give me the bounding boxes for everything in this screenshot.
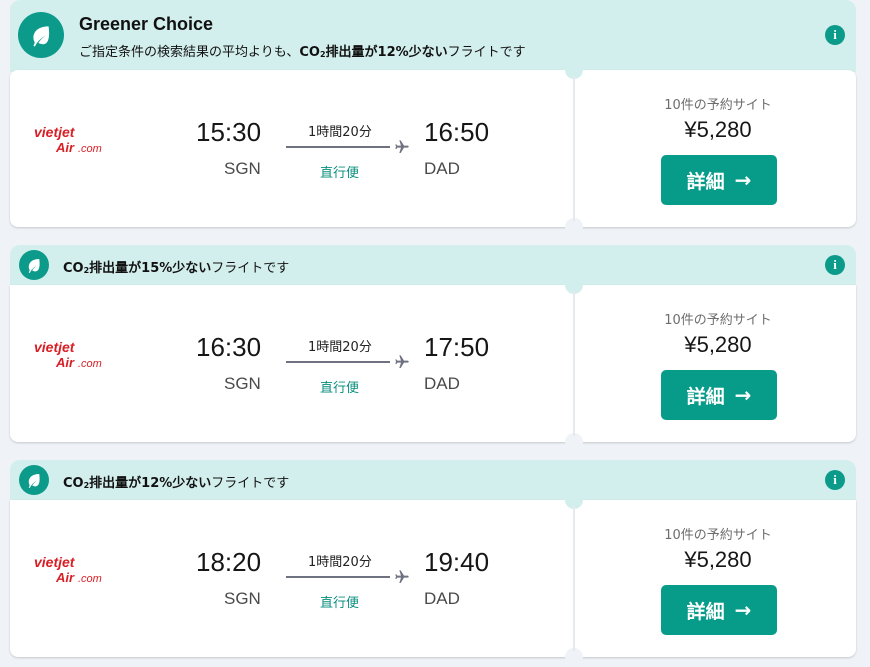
- details-button[interactable]: 詳細 →: [661, 585, 777, 635]
- arrow-right-icon: →: [734, 598, 752, 622]
- stops-label: 直行便: [320, 166, 360, 181]
- banner-text: ご指定条件の検索結果の平均よりも、CO2排出量が12%少ないフライトです: [79, 45, 526, 60]
- flight-result-card[interactable]: CO2排出量が12%少ないフライトです i vietjet Air .com 1…: [10, 460, 856, 666]
- details-button-label: 詳細: [686, 600, 725, 623]
- flight-duration: 1時間20分: [308, 125, 372, 140]
- leaf-icon: [19, 250, 49, 280]
- route-line: [286, 576, 390, 578]
- price: ¥5,280: [684, 332, 752, 357]
- flight-duration: 1時間20分: [308, 555, 372, 570]
- banner-text: CO2排出量が15%少ないフライトです: [63, 261, 290, 276]
- route-line: [286, 361, 390, 363]
- leaf-icon: [19, 465, 49, 495]
- details-button[interactable]: 詳細 →: [661, 155, 777, 205]
- arrival-airport: DAD: [424, 589, 460, 608]
- co2-banner: CO2排出量が15%少ないフライトです i: [10, 245, 856, 285]
- co2-banner: CO2排出量が12%少ないフライトです i: [10, 460, 856, 500]
- booking-sites-count: 10件の予約サイト: [664, 313, 772, 328]
- airline-logo: vietjet Air .com: [34, 554, 102, 585]
- stops-label: 直行便: [320, 596, 360, 611]
- details-button-label: 詳細: [686, 385, 725, 408]
- flight-result-card[interactable]: CO2排出量が15%少ないフライトです i vietjet Air .com 1…: [10, 245, 856, 451]
- price: ¥5,280: [684, 117, 752, 142]
- flight-ticket[interactable]: vietjet Air .com 18:20 SGN 1時間20分 直行便 19…: [10, 491, 856, 666]
- details-button-label: 詳細: [686, 170, 725, 193]
- greener-choice-banner: Greener Choice ご指定条件の検索結果の平均よりも、CO2排出量が1…: [10, 0, 856, 72]
- arrival-time: 16:50: [424, 117, 490, 147]
- price: ¥5,280: [684, 547, 752, 572]
- arrival-airport: DAD: [424, 374, 460, 393]
- departure-time: 18:20: [196, 547, 262, 577]
- stops-label: 直行便: [320, 381, 360, 396]
- booking-sites-count: 10件の予約サイト: [664, 98, 772, 113]
- flight-ticket[interactable]: vietjet Air .com 15:30 SGN 1時間20分 直行便 16…: [10, 61, 856, 236]
- svg-text:Air: Air: [55, 355, 75, 370]
- ticket-divider: [573, 506, 575, 651]
- flight-ticket[interactable]: vietjet Air .com 16:30 SGN 1時間20分 直行便 17…: [10, 276, 856, 451]
- leaf-icon: [18, 12, 64, 58]
- svg-text:vietjet: vietjet: [34, 554, 76, 570]
- booking-sites-count: 10件の予約サイト: [664, 528, 772, 543]
- arrow-right-icon: →: [734, 168, 752, 192]
- arrival-airport: DAD: [424, 159, 460, 178]
- route-line: [286, 146, 390, 148]
- departure-time: 15:30: [196, 117, 262, 147]
- banner-text: CO2排出量が12%少ないフライトです: [63, 476, 290, 491]
- airline-logo: vietjet Air .com: [34, 339, 102, 370]
- svg-text:Air: Air: [55, 570, 75, 585]
- info-icon[interactable]: i: [825, 25, 845, 45]
- svg-text:.com: .com: [78, 573, 102, 585]
- flight-result-card[interactable]: Greener Choice ご指定条件の検索結果の平均よりも、CO2排出量が1…: [10, 0, 856, 236]
- info-icon[interactable]: i: [825, 470, 845, 490]
- departure-airport: SGN: [224, 159, 261, 178]
- svg-text:Air: Air: [55, 140, 75, 155]
- ticket-divider: [573, 76, 575, 221]
- details-button[interactable]: 詳細 →: [661, 370, 777, 420]
- departure-airport: SGN: [224, 374, 261, 393]
- airplane-icon: [395, 570, 409, 583]
- airplane-icon: [395, 355, 409, 368]
- airplane-icon: [395, 140, 409, 153]
- flight-duration: 1時間20分: [308, 340, 372, 355]
- info-icon[interactable]: i: [825, 255, 845, 275]
- svg-text:vietjet: vietjet: [34, 124, 76, 140]
- arrival-time: 17:50: [424, 332, 490, 362]
- departure-airport: SGN: [224, 589, 261, 608]
- banner-title: Greener Choice: [79, 14, 214, 34]
- airline-logo: vietjet Air .com: [34, 124, 102, 155]
- svg-text:vietjet: vietjet: [34, 339, 76, 355]
- ticket-divider: [573, 291, 575, 436]
- svg-text:.com: .com: [78, 358, 102, 370]
- svg-text:.com: .com: [78, 143, 102, 155]
- arrow-right-icon: →: [734, 383, 752, 407]
- departure-time: 16:30: [196, 332, 262, 362]
- arrival-time: 19:40: [424, 547, 490, 577]
